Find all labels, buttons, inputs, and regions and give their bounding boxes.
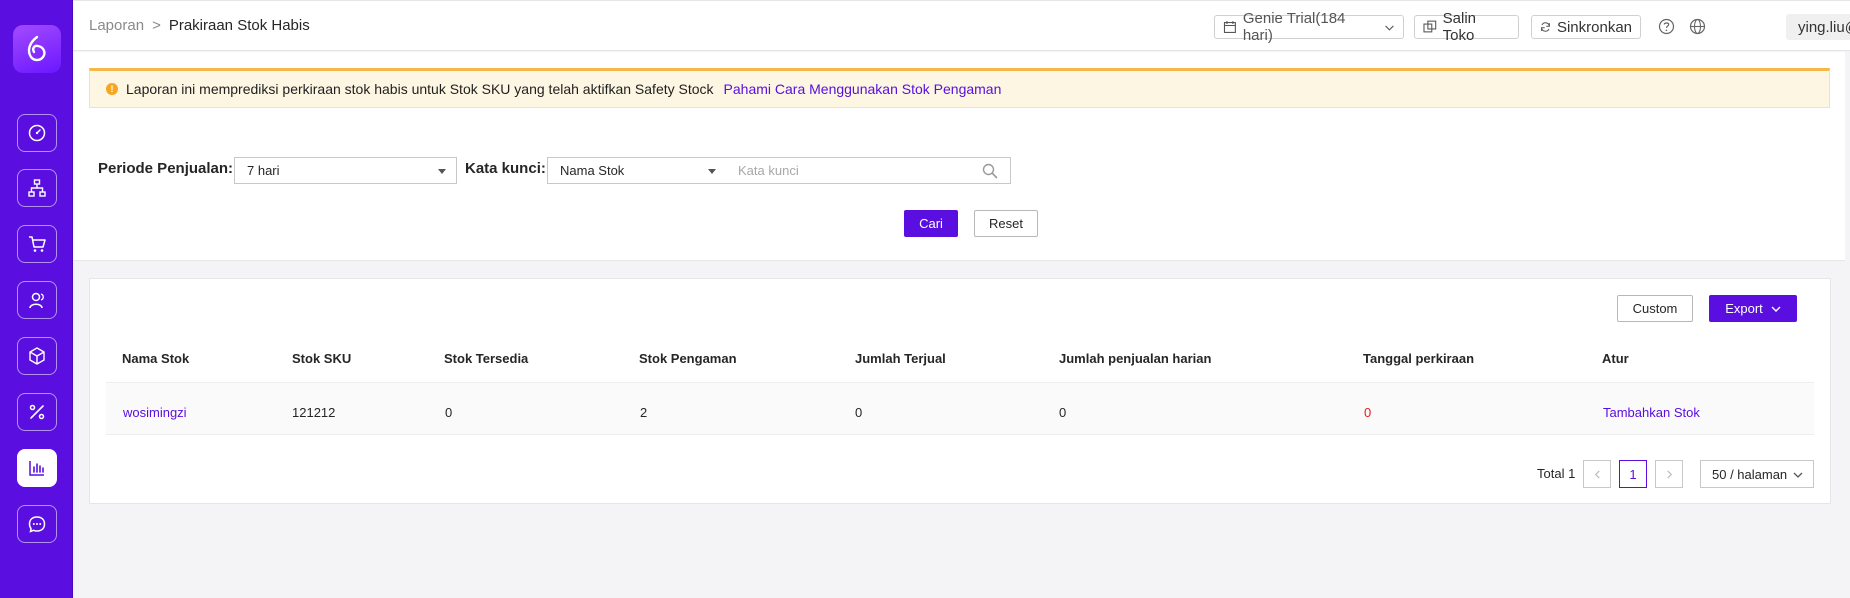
col-header-name: Nama Stok [122,351,190,366]
page-size-value: 50 / halaman [1712,467,1788,482]
col-header-safety: Stok Pengaman [639,351,737,366]
box-icon [29,347,45,365]
nav-dashboard[interactable] [17,114,57,152]
nav-reports[interactable] [17,449,57,487]
breadcrumb-separator: > [152,17,161,34]
export-label: Export [1725,301,1763,316]
copy-store-label: Salin Toko [1442,10,1477,44]
chevron-down-icon [1793,472,1803,478]
col-header-sku: Stok SKU [292,351,352,366]
page-size-select[interactable]: 50 / halaman [1700,460,1814,488]
cart-icon [29,236,46,252]
nav-orders[interactable] [17,225,57,263]
help-icon[interactable] [1658,18,1675,35]
percent-icon [29,404,45,420]
cell-forecast-date: 0 [1364,405,1372,420]
col-header-daily: Jumlah penjualan harian [1059,351,1212,366]
chevron-down-icon [1771,306,1781,312]
nav-customers[interactable] [17,281,57,319]
nav-products[interactable] [17,337,57,375]
sidebar [0,0,73,598]
export-button[interactable]: Export [1709,295,1797,322]
hierarchy-icon [28,179,46,197]
sync-label: Sinkronkan [1556,18,1632,36]
info-notice: ! Laporan ini memprediksi perkiraan stok… [89,68,1830,108]
caret-down-icon [708,169,716,174]
keyword-input[interactable]: Kata kunci [726,157,1011,184]
keyword-placeholder: Kata kunci [738,163,799,178]
user-account-button[interactable]: ying.liu@adv... [1786,14,1850,40]
filter-panel: ! Laporan ini memprediksi perkiraan stok… [73,52,1845,261]
prev-page-button[interactable] [1583,460,1611,488]
keyword-type-select[interactable]: Nama Stok [547,157,727,184]
copy-store-button[interactable]: Salin Toko [1414,10,1519,44]
nav-organization[interactable] [17,169,57,207]
breadcrumb-parent[interactable]: Laporan [89,17,144,34]
calendar-icon [1223,21,1236,33]
nav-chat[interactable] [17,505,57,543]
cell-safety: 2 [640,405,648,420]
chevron-right-icon [1666,469,1672,479]
pagination-total: Total 1 [1537,466,1576,481]
trial-label: Genie Trial(184 hari) [1242,10,1346,44]
reset-button[interactable]: Reset [974,210,1038,237]
period-label: Periode Penjualan: [98,160,234,177]
breadcrumb-current: Prakiraan Stok Habis [168,17,310,34]
add-stock-link[interactable]: Tambahkan Stok [1603,405,1700,420]
chat-icon [28,516,46,533]
cell-sold: 0 [855,405,863,420]
cell-sku: 121212 [292,405,336,420]
chevron-left-icon [1594,469,1600,479]
keyword-label: Kata kunci: [465,160,546,177]
sync-icon [1541,22,1550,32]
col-header-sold: Jumlah Terjual [855,351,946,366]
sync-button[interactable]: Sinkronkan [1531,15,1641,39]
caret-down-icon [438,169,446,174]
results-panel: Custom Export Nama Stok Stok SKU Stok Te… [89,278,1831,504]
nav-promotions[interactable] [17,393,57,431]
next-page-button[interactable] [1655,460,1683,488]
page-1-button[interactable]: 1 [1619,460,1647,488]
breadcrumb: Laporan > Prakiraan Stok Habis [89,17,310,34]
cell-stock-name[interactable]: wosimingzi [123,405,187,420]
cell-available: 0 [445,405,453,420]
trial-dropdown[interactable]: Genie Trial(184 hari) [1214,10,1404,44]
warning-icon: ! [106,83,118,95]
period-select[interactable]: 7 hari [234,157,457,184]
cell-daily: 0 [1059,405,1067,420]
custom-button[interactable]: Custom [1617,295,1693,322]
col-header-available: Stok Tersedia [444,351,529,366]
col-header-date: Tanggal perkiraan [1363,351,1475,366]
bar-chart-icon [29,461,44,476]
table-row [106,383,1814,435]
keyword-type-value: Nama Stok [560,163,625,178]
search-icon[interactable] [982,163,998,179]
top-bar: Laporan > Prakiraan Stok Habis Genie Tri… [73,0,1850,51]
notice-text: Laporan ini memprediksi perkiraan stok h… [126,81,714,97]
copy-store-icon [1423,20,1437,33]
search-button[interactable]: Cari [904,210,958,237]
safety-stock-help-link[interactable]: Pahami Cara Menggunakan Stok Pengaman [724,81,1002,97]
leaf-logo-icon [27,35,46,62]
period-value: 7 hari [247,163,280,178]
chevron-down-icon [1385,25,1394,31]
app-logo[interactable] [13,25,61,73]
col-header-action: Atur [1602,351,1629,366]
gauge-icon [28,124,46,142]
users-icon [29,292,44,309]
globe-icon[interactable] [1689,18,1706,35]
